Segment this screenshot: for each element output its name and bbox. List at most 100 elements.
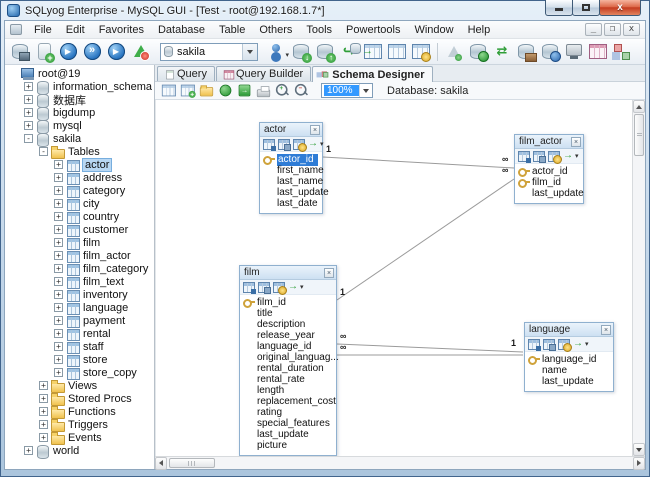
migration-tool-icon[interactable] xyxy=(514,41,538,63)
collapse-icon[interactable]: - xyxy=(24,134,33,143)
schema-canvas[interactable]: actor×▾actor_idfirst_namelast_namelast_u… xyxy=(155,100,645,456)
expand-icon[interactable]: + xyxy=(24,446,33,455)
new-connection-icon[interactable] xyxy=(32,41,56,63)
scroll-down-button[interactable] xyxy=(633,443,645,456)
close-icon[interactable]: × xyxy=(601,325,611,335)
menu-item-table[interactable]: Table xyxy=(212,23,252,37)
sync-database-icon[interactable] xyxy=(466,41,490,63)
field-rating[interactable]: rating xyxy=(240,407,334,418)
connect-database-icon[interactable] xyxy=(8,41,32,63)
expand-icon[interactable]: + xyxy=(39,420,48,429)
manage-indexes-mini-icon[interactable] xyxy=(273,282,285,293)
field-last_update[interactable]: last_update xyxy=(525,376,611,387)
close-icon[interactable]: × xyxy=(310,125,320,135)
tab-schema-designer[interactable]: Schema Designer xyxy=(312,66,432,82)
close-icon[interactable]: × xyxy=(324,268,334,278)
sync-schema-icon[interactable] xyxy=(217,84,233,97)
tree-item-Triggers[interactable]: +Triggers xyxy=(5,418,154,431)
tree-item-actor[interactable]: +actor xyxy=(5,158,154,171)
field-actor_id[interactable]: actor_id xyxy=(515,166,581,177)
expand-icon[interactable]: + xyxy=(39,394,48,403)
manage-indexes-mini-icon[interactable] xyxy=(548,151,560,162)
collapse-icon[interactable]: - xyxy=(39,147,48,156)
er-table-film[interactable]: film×▾film_idtitledescriptionrelease_yea… xyxy=(239,265,337,456)
tree-item-film_text[interactable]: +film_text xyxy=(5,275,154,288)
er-table-language[interactable]: language×▾language_idnamelast_update xyxy=(524,322,614,392)
tree-item-country[interactable]: +country xyxy=(5,210,154,223)
open-schema-icon[interactable] xyxy=(198,84,214,97)
scroll-up-button[interactable] xyxy=(633,100,645,113)
expand-icon[interactable]: + xyxy=(54,264,63,273)
tree-item-address[interactable]: +address xyxy=(5,171,154,184)
field-length[interactable]: length xyxy=(240,385,334,396)
combobox-dropdown-button[interactable] xyxy=(242,44,257,60)
field-special_features[interactable]: special_features xyxy=(240,418,334,429)
print-icon[interactable] xyxy=(255,84,271,97)
zoom-out-icon[interactable] xyxy=(293,84,309,97)
copy-database-icon[interactable] xyxy=(337,41,361,63)
expand-icon[interactable]: + xyxy=(54,225,63,234)
query-profiler-icon[interactable] xyxy=(442,41,466,63)
expand-icon[interactable]: + xyxy=(39,433,48,442)
expand-icon[interactable]: + xyxy=(39,407,48,416)
zoom-in-icon[interactable] xyxy=(274,84,290,97)
mdi-close-button[interactable]: x xyxy=(623,23,640,36)
mdi-minimize-button[interactable]: _ xyxy=(585,23,602,36)
expand-icon[interactable]: + xyxy=(54,238,63,247)
tree-item-Functions[interactable]: +Functions xyxy=(5,405,154,418)
er-table-header[interactable]: film_actor× xyxy=(515,135,583,149)
dropdown-caret-icon[interactable]: ▾ xyxy=(585,340,589,348)
add-table-icon[interactable] xyxy=(179,84,195,97)
tree-item-数据库[interactable]: +数据库 xyxy=(5,93,154,106)
vertical-scrollbar[interactable] xyxy=(632,100,645,456)
expand-icon[interactable]: + xyxy=(54,329,63,338)
expand-icon[interactable]: + xyxy=(54,368,63,377)
horizontal-scrollbar[interactable] xyxy=(155,456,645,469)
field-release_year[interactable]: release_year xyxy=(240,330,334,341)
tab-query[interactable]: Query xyxy=(157,66,215,81)
tree-item-film_category[interactable]: +film_category xyxy=(5,262,154,275)
manage-columns-icon[interactable] xyxy=(543,339,555,350)
expand-icon[interactable]: + xyxy=(54,290,63,299)
new-schema-icon[interactable] xyxy=(160,84,176,97)
field-language_id[interactable]: language_id xyxy=(525,354,611,365)
user-manager-icon[interactable] xyxy=(265,41,289,63)
scheduled-backup-icon[interactable] xyxy=(538,41,562,63)
tree-item-film_actor[interactable]: +film_actor xyxy=(5,249,154,262)
expand-icon[interactable]: + xyxy=(39,381,48,390)
expand-icon[interactable]: + xyxy=(54,355,63,364)
expand-icon[interactable]: + xyxy=(54,212,63,221)
database-combobox[interactable]: sakila xyxy=(160,43,258,61)
refresh-object-browser-icon[interactable] xyxy=(129,41,153,63)
er-table-header[interactable]: film× xyxy=(240,266,336,280)
expand-icon[interactable]: + xyxy=(24,108,33,117)
vscroll-thumb[interactable] xyxy=(634,114,644,156)
menu-item-database[interactable]: Database xyxy=(151,23,212,37)
visual-data-compare-icon[interactable] xyxy=(586,41,610,63)
menu-item-powertools[interactable]: Powertools xyxy=(339,23,407,37)
more-options-icon[interactable] xyxy=(288,282,299,293)
field-picture[interactable]: picture xyxy=(240,440,334,451)
tree-item-rental[interactable]: +rental xyxy=(5,327,154,340)
manage-columns-icon[interactable] xyxy=(278,139,290,150)
tree-item-language[interactable]: +language xyxy=(5,301,154,314)
tree-item-bigdump[interactable]: +bigdump xyxy=(5,106,154,119)
tree-item-city[interactable]: +city xyxy=(5,197,154,210)
field-last_update[interactable]: last_update xyxy=(240,429,334,440)
dropdown-caret-icon[interactable]: ▾ xyxy=(320,140,324,148)
expand-icon[interactable]: + xyxy=(54,316,63,325)
field-last_update[interactable]: last_update xyxy=(260,187,320,198)
menu-item-others[interactable]: Others xyxy=(252,23,299,37)
insert-column-icon[interactable] xyxy=(528,339,540,350)
tree-item-sakila[interactable]: -sakila xyxy=(5,132,154,145)
field-name[interactable]: name xyxy=(525,365,611,376)
tree-item-Tables[interactable]: -Tables xyxy=(5,145,154,158)
expand-icon[interactable]: + xyxy=(54,342,63,351)
dropdown-caret-icon[interactable]: ▾ xyxy=(300,283,304,291)
manage-indexes-mini-icon[interactable] xyxy=(293,139,305,150)
field-film_id[interactable]: film_id xyxy=(515,177,581,188)
manage-indexes-icon[interactable] xyxy=(409,41,433,63)
menu-item-edit[interactable]: Edit xyxy=(59,23,92,37)
tree-item-world[interactable]: +world xyxy=(5,444,154,457)
tree-item-inventory[interactable]: +inventory xyxy=(5,288,154,301)
